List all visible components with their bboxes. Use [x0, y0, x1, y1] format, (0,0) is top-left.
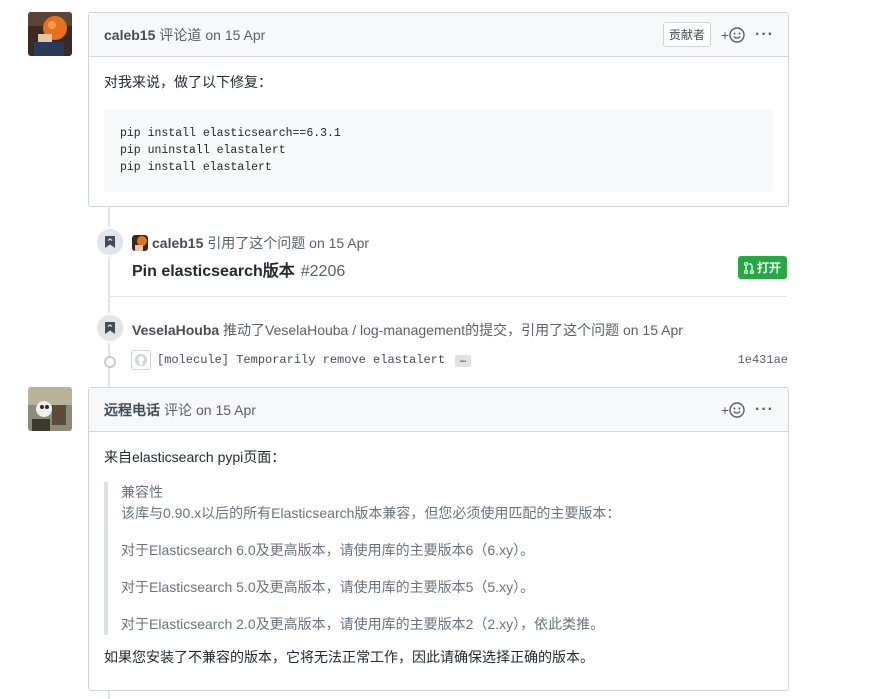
event-action: 推动了VeselaHouba / log-management的提交，引用了这个…: [223, 322, 620, 338]
event-date[interactable]: on 15 Apr: [309, 235, 369, 251]
pr-title-text: Pin elasticsearch版本: [132, 263, 295, 280]
smiley-icon: [729, 26, 745, 43]
comment-caleb15: caleb15 评论道 on 15 Apr 贡献者 + ··· 对我来说，做了以…: [88, 12, 789, 207]
quote-line: 对于Elasticsearch 5.0及更高版本，请使用库的主要版本5（5.xy…: [121, 579, 535, 595]
comment-date[interactable]: on 15 Apr: [196, 402, 256, 418]
commit-message-text: [molecule] Temporarily remove elastalert: [157, 353, 446, 367]
bookmark-badge: [95, 227, 125, 257]
comment-header: caleb15 评论道 on 15 Apr 贡献者 + ···: [89, 13, 788, 57]
comment-body: 对我来说，做了以下修复： pip install elasticsearch==…: [89, 57, 788, 206]
code-block: pip install elasticsearch==6.3.1 pip uni…: [104, 109, 773, 192]
event-author[interactable]: VeselaHouba: [132, 322, 219, 338]
comment-action: 评论道: [159, 26, 202, 43]
smiley-icon: [729, 401, 745, 418]
timeline-divider: [108, 296, 787, 297]
comment-menu-button[interactable]: ···: [755, 26, 774, 44]
bookmark-icon: [105, 322, 115, 334]
event-line: VeselaHouba 推动了VeselaHouba / log-managem…: [132, 320, 683, 340]
add-reaction-button[interactable]: +: [721, 402, 745, 418]
commit-row: [molecule] Temporarily remove elastalert…: [104, 350, 788, 370]
contributor-badge: 贡献者: [662, 22, 711, 47]
comment-action: 评论: [164, 401, 192, 418]
reaction-plus: +: [720, 401, 730, 418]
quote-line: 该库与0.90.x以后的所有Elasticsearch版本兼容，但您必须使用匹配…: [121, 505, 621, 521]
comment-author[interactable]: 远程电话: [104, 400, 160, 420]
bookmark-badge: [95, 313, 125, 343]
event-author[interactable]: caleb15: [152, 235, 203, 251]
event-action: 引用了这个问题: [207, 235, 306, 251]
pull-request-icon: [743, 261, 754, 274]
quote-line: 对于Elasticsearch 2.0及更高版本，请使用库的主要版本2（2.xy…: [121, 616, 605, 632]
event-date[interactable]: on 15 Apr: [623, 322, 683, 338]
pr-state-label: 打开: [756, 261, 781, 275]
comment-tools: + ···: [721, 388, 774, 431]
comment-date[interactable]: on 15 Apr: [205, 27, 265, 43]
commit-reference-event: VeselaHouba 推动了VeselaHouba / log-managem…: [95, 313, 787, 343]
comment-author[interactable]: caleb15: [104, 27, 155, 43]
referenced-pr-title[interactable]: Pin elasticsearch版本 #2206: [132, 257, 345, 281]
github-octocat-icon: [134, 353, 148, 367]
avatar-remote[interactable]: [28, 387, 72, 431]
blockquote: 兼容性 该库与0.90.x以后的所有Elasticsearch版本兼容，但您必须…: [104, 482, 773, 635]
commit-dot-icon: [104, 356, 116, 368]
pr-state-badge: 打开: [737, 256, 787, 279]
pr-number: #2206: [300, 263, 346, 280]
avatar-caleb15[interactable]: [28, 12, 72, 56]
commit-sha[interactable]: 1e431ae: [738, 353, 788, 367]
comment-text: 对我来说，做了以下修复：: [104, 74, 272, 90]
comment-remote: 远程电话 评论 on 15 Apr + ··· 来自elasticsearch …: [88, 387, 789, 691]
quote-heading: 兼容性: [121, 484, 163, 500]
commit-author-avatar[interactable]: [131, 350, 151, 370]
comment-body: 来自elasticsearch pypi页面： 兼容性 该库与0.90.x以后的…: [89, 432, 788, 682]
event-line: caleb15 引用了这个问题 on 15 Apr: [132, 233, 369, 253]
commit-message[interactable]: [molecule] Temporarily remove elastalert…: [157, 353, 472, 367]
comment-text: 来自elasticsearch pypi页面：: [104, 449, 286, 465]
comment-tools: 贡献者 + ···: [662, 13, 774, 56]
mini-avatar-caleb15[interactable]: [132, 235, 148, 251]
quote-line: 对于Elasticsearch 6.0及更高版本，请使用库的主要版本6（6.xy…: [121, 542, 535, 558]
comment-header: 远程电话 评论 on 15 Apr + ···: [89, 388, 788, 432]
expand-commit-button[interactable]: …: [455, 355, 472, 367]
bookmark-icon: [105, 236, 115, 248]
cross-reference-event: caleb15 引用了这个问题 on 15 Apr Pin elasticsea…: [95, 227, 787, 287]
comment-menu-button[interactable]: ···: [755, 401, 774, 419]
reaction-plus: +: [720, 26, 730, 43]
comment-text: 如果您安装了不兼容的版本，它将无法正常工作，因此请确保选择正确的版本。: [104, 649, 594, 665]
add-reaction-button[interactable]: +: [721, 27, 745, 43]
